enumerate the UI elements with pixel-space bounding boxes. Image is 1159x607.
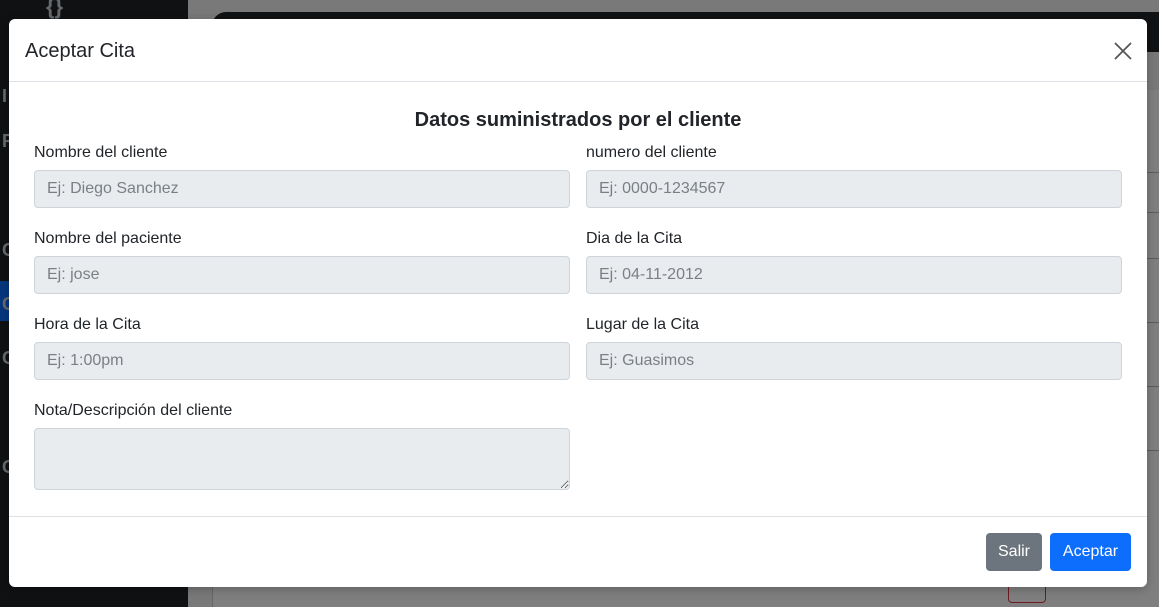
appointment-place-label: Lugar de la Cita: [586, 316, 699, 333]
patient-name-label: Nombre del paciente: [34, 230, 182, 247]
client-note-label: Nota/Descripción del cliente: [34, 402, 233, 419]
appointment-day-group: Dia de la Cita: [586, 229, 1122, 294]
modal-footer: Salir Aceptar: [9, 516, 1147, 587]
appointment-time-group: Hora de la Cita: [34, 315, 570, 380]
modal-title: Aceptar Cita: [25, 40, 136, 62]
patient-name-input[interactable]: [34, 256, 570, 294]
client-name-group: Nombre del cliente: [34, 143, 570, 208]
client-name-input[interactable]: [34, 170, 570, 208]
client-number-label: numero del cliente: [586, 144, 717, 161]
accept-button[interactable]: Aceptar: [1050, 533, 1131, 571]
appointment-place-group: Lugar de la Cita: [586, 315, 1122, 380]
appointment-place-input[interactable]: [586, 342, 1122, 380]
patient-name-group: Nombre del paciente: [34, 229, 570, 294]
appointment-day-label: Dia de la Cita: [586, 230, 683, 247]
exit-button[interactable]: Salir: [986, 533, 1042, 571]
accept-appointment-modal: Aceptar Cita Datos suministrados por el …: [9, 19, 1147, 587]
client-note-group: Nota/Descripción del cliente: [34, 401, 570, 490]
appointment-day-input[interactable]: [586, 256, 1122, 294]
client-name-label: Nombre del cliente: [34, 144, 168, 161]
appointment-time-input[interactable]: [34, 342, 570, 380]
close-icon: [1114, 42, 1132, 60]
client-number-group: numero del cliente: [586, 143, 1122, 208]
modal-header: Aceptar Cita: [9, 19, 1147, 82]
client-number-input[interactable]: [586, 170, 1122, 208]
modal-body: Datos suministrados por el cliente Nombr…: [9, 82, 1147, 516]
section-title: Datos suministrados por el cliente: [414, 109, 742, 131]
close-button[interactable]: [1111, 39, 1135, 63]
appointment-time-label: Hora de la Cita: [34, 316, 141, 333]
client-note-textarea[interactable]: [34, 428, 570, 490]
